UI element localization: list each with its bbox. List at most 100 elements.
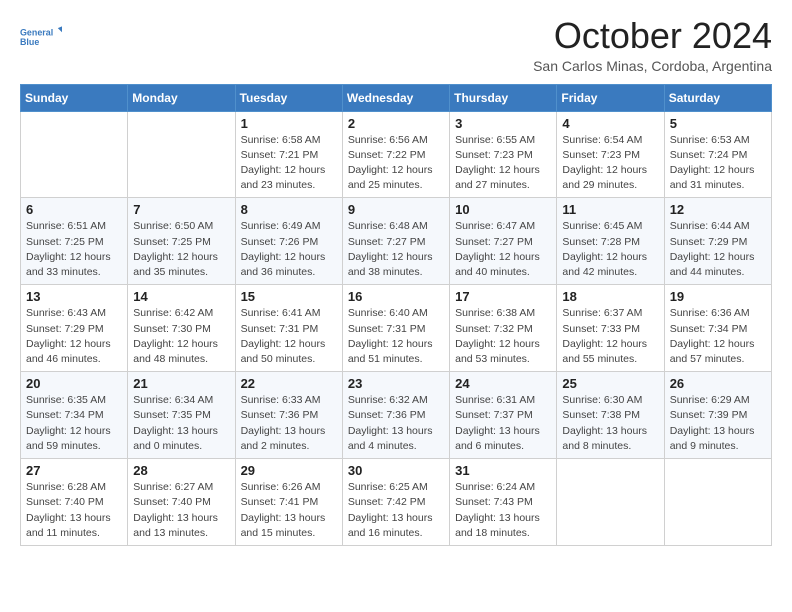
calendar-cell: 1 Sunrise: 6:58 AMSunset: 7:21 PMDaylight…	[235, 111, 342, 198]
day-info: Sunrise: 6:44 AMSunset: 7:29 PMDaylight:…	[670, 219, 766, 280]
calendar-cell: 27 Sunrise: 6:28 AMSunset: 7:40 PMDayligh…	[21, 459, 128, 546]
weekday-header-monday: Monday	[128, 84, 235, 111]
calendar-cell: 8 Sunrise: 6:49 AMSunset: 7:26 PMDaylight…	[235, 198, 342, 285]
calendar-cell: 2Sunrise: 6:56 AMSunset: 7:22 PMDaylight…	[342, 111, 449, 198]
calendar-cell: 22 Sunrise: 6:33 AMSunset: 7:36 PMDayligh…	[235, 372, 342, 459]
day-info: Sunrise: 6:38 AMSunset: 7:32 PMDaylight:…	[455, 306, 551, 367]
week-row-3: 13 Sunrise: 6:43 AMSunset: 7:29 PMDayligh…	[21, 285, 772, 372]
day-number: 10	[455, 202, 551, 217]
day-number: 9	[348, 202, 444, 217]
logo-svg: General Blue	[20, 16, 62, 58]
calendar-cell: 18Sunrise: 6:37 AMSunset: 7:33 PMDayligh…	[557, 285, 664, 372]
day-info: Sunrise: 6:58 AMSunset: 7:21 PMDaylight:…	[241, 133, 337, 194]
calendar-cell: 20 Sunrise: 6:35 AMSunset: 7:34 PMDayligh…	[21, 372, 128, 459]
calendar-cell: 9Sunrise: 6:48 AMSunset: 7:27 PMDaylight…	[342, 198, 449, 285]
day-number: 2	[348, 116, 444, 131]
calendar-cell: 19Sunrise: 6:36 AMSunset: 7:34 PMDayligh…	[664, 285, 771, 372]
day-number: 23	[348, 376, 444, 391]
day-info: Sunrise: 6:55 AMSunset: 7:23 PMDaylight:…	[455, 133, 551, 194]
calendar-cell: 10Sunrise: 6:47 AMSunset: 7:27 PMDayligh…	[450, 198, 557, 285]
day-info: Sunrise: 6:32 AMSunset: 7:36 PMDaylight:…	[348, 393, 444, 454]
day-info: Sunrise: 6:40 AMSunset: 7:31 PMDaylight:…	[348, 306, 444, 367]
day-info: Sunrise: 6:49 AMSunset: 7:26 PMDaylight:…	[241, 219, 337, 280]
day-info: Sunrise: 6:24 AMSunset: 7:43 PMDaylight:…	[455, 480, 551, 541]
day-number: 3	[455, 116, 551, 131]
weekday-header-wednesday: Wednesday	[342, 84, 449, 111]
day-number: 14	[133, 289, 229, 304]
location: San Carlos Minas, Cordoba, Argentina	[533, 58, 772, 74]
calendar-cell	[21, 111, 128, 198]
calendar-cell: 16 Sunrise: 6:40 AMSunset: 7:31 PMDayligh…	[342, 285, 449, 372]
month-title: October 2024	[533, 16, 772, 56]
day-info: Sunrise: 6:54 AMSunset: 7:23 PMDaylight:…	[562, 133, 658, 194]
day-info: Sunrise: 6:28 AMSunset: 7:40 PMDaylight:…	[26, 480, 122, 541]
day-info: Sunrise: 6:27 AMSunset: 7:40 PMDaylight:…	[133, 480, 229, 541]
day-number: 20	[26, 376, 122, 391]
header: General Blue October 2024 San Carlos Min…	[20, 16, 772, 74]
weekday-header-row: SundayMondayTuesdayWednesdayThursdayFrid…	[21, 84, 772, 111]
calendar-cell	[128, 111, 235, 198]
day-info: Sunrise: 6:41 AMSunset: 7:31 PMDaylight:…	[241, 306, 337, 367]
day-info: Sunrise: 6:50 AMSunset: 7:25 PMDaylight:…	[133, 219, 229, 280]
day-info: Sunrise: 6:43 AMSunset: 7:29 PMDaylight:…	[26, 306, 122, 367]
day-info: Sunrise: 6:36 AMSunset: 7:34 PMDaylight:…	[670, 306, 766, 367]
day-number: 27	[26, 463, 122, 478]
day-number: 31	[455, 463, 551, 478]
day-number: 1	[241, 116, 337, 131]
svg-text:General: General	[20, 27, 53, 37]
day-info: Sunrise: 6:35 AMSunset: 7:34 PMDaylight:…	[26, 393, 122, 454]
day-number: 25	[562, 376, 658, 391]
day-number: 17	[455, 289, 551, 304]
calendar-cell: 12Sunrise: 6:44 AMSunset: 7:29 PMDayligh…	[664, 198, 771, 285]
day-number: 30	[348, 463, 444, 478]
svg-text:Blue: Blue	[20, 37, 39, 47]
header-right: October 2024 San Carlos Minas, Cordoba, …	[533, 16, 772, 74]
day-number: 26	[670, 376, 766, 391]
day-number: 8	[241, 202, 337, 217]
day-number: 29	[241, 463, 337, 478]
weekday-header-thursday: Thursday	[450, 84, 557, 111]
day-number: 5	[670, 116, 766, 131]
logo: General Blue	[20, 16, 62, 58]
calendar-cell: 28Sunrise: 6:27 AMSunset: 7:40 PMDayligh…	[128, 459, 235, 546]
weekday-header-tuesday: Tuesday	[235, 84, 342, 111]
day-number: 21	[133, 376, 229, 391]
day-info: Sunrise: 6:53 AMSunset: 7:24 PMDaylight:…	[670, 133, 766, 194]
day-info: Sunrise: 6:34 AMSunset: 7:35 PMDaylight:…	[133, 393, 229, 454]
day-number: 24	[455, 376, 551, 391]
calendar-cell: 7Sunrise: 6:50 AMSunset: 7:25 PMDaylight…	[128, 198, 235, 285]
day-info: Sunrise: 6:25 AMSunset: 7:42 PMDaylight:…	[348, 480, 444, 541]
weekday-header-sunday: Sunday	[21, 84, 128, 111]
calendar-cell: 17 Sunrise: 6:38 AMSunset: 7:32 PMDayligh…	[450, 285, 557, 372]
day-number: 18	[562, 289, 658, 304]
day-number: 16	[348, 289, 444, 304]
day-number: 15	[241, 289, 337, 304]
calendar-cell: 31 Sunrise: 6:24 AMSunset: 7:43 PMDayligh…	[450, 459, 557, 546]
week-row-1: 1 Sunrise: 6:58 AMSunset: 7:21 PMDaylight…	[21, 111, 772, 198]
calendar-cell: 6Sunrise: 6:51 AMSunset: 7:25 PMDaylight…	[21, 198, 128, 285]
calendar-cell: 5 Sunrise: 6:53 AMSunset: 7:24 PMDaylight…	[664, 111, 771, 198]
calendar-cell: 14 Sunrise: 6:42 AMSunset: 7:30 PMDayligh…	[128, 285, 235, 372]
calendar-cell: 30 Sunrise: 6:25 AMSunset: 7:42 PMDayligh…	[342, 459, 449, 546]
calendar-cell: 24Sunrise: 6:31 AMSunset: 7:37 PMDayligh…	[450, 372, 557, 459]
calendar-cell: 21 Sunrise: 6:34 AMSunset: 7:35 PMDayligh…	[128, 372, 235, 459]
day-number: 22	[241, 376, 337, 391]
day-info: Sunrise: 6:33 AMSunset: 7:36 PMDaylight:…	[241, 393, 337, 454]
calendar-cell: 4Sunrise: 6:54 AMSunset: 7:23 PMDaylight…	[557, 111, 664, 198]
day-number: 11	[562, 202, 658, 217]
calendar-cell: 11Sunrise: 6:45 AMSunset: 7:28 PMDayligh…	[557, 198, 664, 285]
day-info: Sunrise: 6:42 AMSunset: 7:30 PMDaylight:…	[133, 306, 229, 367]
week-row-4: 20 Sunrise: 6:35 AMSunset: 7:34 PMDayligh…	[21, 372, 772, 459]
calendar-body: 1 Sunrise: 6:58 AMSunset: 7:21 PMDaylight…	[21, 111, 772, 545]
week-row-5: 27 Sunrise: 6:28 AMSunset: 7:40 PMDayligh…	[21, 459, 772, 546]
weekday-header-friday: Friday	[557, 84, 664, 111]
week-row-2: 6Sunrise: 6:51 AMSunset: 7:25 PMDaylight…	[21, 198, 772, 285]
calendar-cell	[664, 459, 771, 546]
calendar-cell: 23 Sunrise: 6:32 AMSunset: 7:36 PMDayligh…	[342, 372, 449, 459]
calendar-cell: 3 Sunrise: 6:55 AMSunset: 7:23 PMDaylight…	[450, 111, 557, 198]
calendar-table: SundayMondayTuesdayWednesdayThursdayFrid…	[20, 84, 772, 546]
day-number: 13	[26, 289, 122, 304]
calendar-cell: 13 Sunrise: 6:43 AMSunset: 7:29 PMDayligh…	[21, 285, 128, 372]
weekday-header-saturday: Saturday	[664, 84, 771, 111]
calendar-cell: 25Sunrise: 6:30 AMSunset: 7:38 PMDayligh…	[557, 372, 664, 459]
